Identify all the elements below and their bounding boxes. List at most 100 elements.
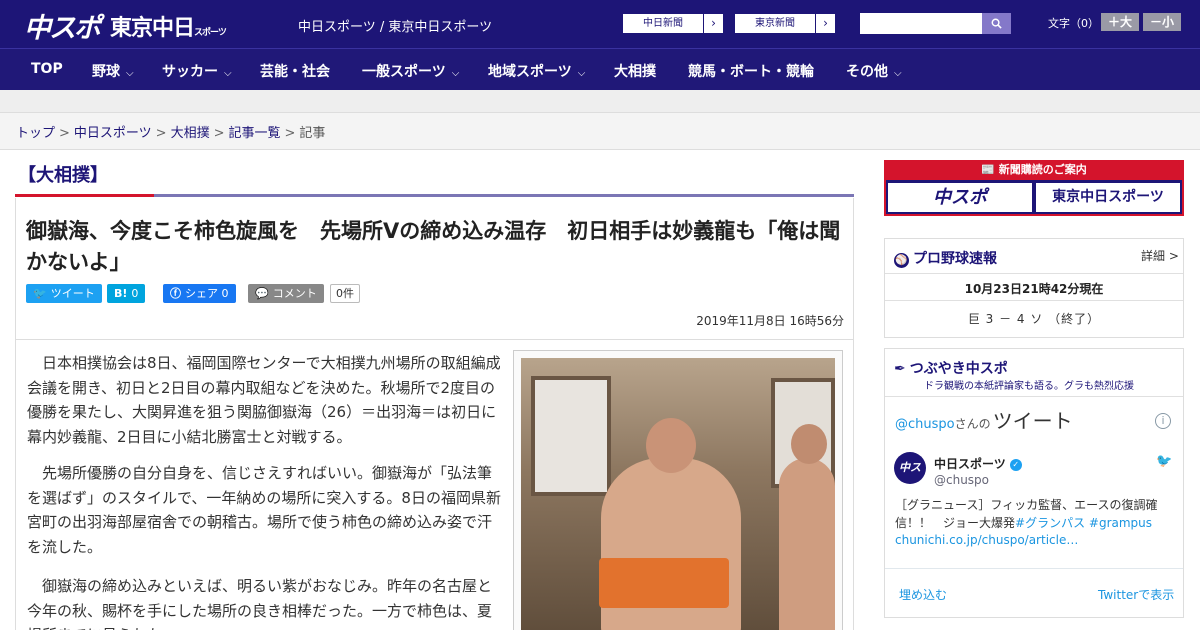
category-label: 【大相撲】	[18, 165, 108, 186]
chevron-down-icon: ⌵	[126, 68, 134, 79]
chevron-down-icon: ⌵	[577, 68, 586, 79]
hatena-count: 0	[131, 287, 139, 300]
subscribe-tokyo-chunichi-logo[interactable]: 東京中日スポーツ	[1036, 183, 1180, 212]
breadcrumb-link-chunichi-sports[interactable]: 中日スポーツ	[74, 126, 152, 141]
chevron-down-icon: ⌵	[451, 68, 460, 79]
embed-link[interactable]: 埋め込む	[899, 586, 947, 603]
breadcrumb-link-article-list[interactable]: 記事一覧	[229, 126, 281, 141]
breadcrumb-separator: >	[284, 126, 296, 141]
nav-item-label: その他	[846, 64, 888, 80]
facebook-share-button[interactable]: ⓕ シェア 0	[163, 284, 236, 303]
nav-item-local-sports[interactable]: 地域スポーツ ⌵	[488, 61, 585, 81]
photo-mawashi	[599, 558, 729, 608]
verified-badge-icon: ✓	[1009, 458, 1022, 471]
photo-window	[531, 376, 611, 496]
site-title-link[interactable]: 中日スポーツ / 東京中日スポーツ	[298, 16, 492, 35]
nav-item-general-sports[interactable]: 一般スポーツ ⌵	[362, 61, 459, 81]
subscription-header-label: 新聞購読のご案内	[998, 163, 1087, 176]
photo-wrestler-head	[646, 418, 696, 473]
baseball-as-of: 10月23日21時42分現在	[964, 282, 1104, 296]
tweet-hashtag[interactable]: #グランパス	[1015, 516, 1085, 530]
chunichi-shimbun-label: 中日新聞	[643, 18, 683, 29]
tokyo-chunichi-logo-small: スポーツ	[194, 28, 227, 38]
tweet-link[interactable]: chunichi.co.jp/chuspo/article…	[895, 533, 1078, 547]
tweet-text: ［グラニュース］フィッカ監督、エースの復調確信！！ ジョー大爆発#グランパス #…	[895, 496, 1175, 532]
nav-item-entertainment[interactable]: 芸能・社会	[260, 61, 330, 81]
breadcrumb-link-sumo[interactable]: 大相撲	[171, 126, 210, 141]
hatena-icon: B!	[114, 287, 128, 300]
twitter-bird-icon[interactable]: 🐦	[1156, 454, 1172, 469]
speech-bubble-icon: 💬	[255, 287, 269, 300]
font-size-label: 文字（0）	[1048, 17, 1099, 30]
font-bigger-button[interactable]: ＋大	[1101, 13, 1139, 31]
info-icon[interactable]: i	[1155, 413, 1171, 429]
twitter-handle-suffix: さんの	[954, 417, 991, 431]
article-headline: 御嶽海、今度こそ柿色旋風を 先場所Vの締め込み温存 初日相手は妙義龍も「俺は聞か…	[26, 219, 841, 274]
article-paragraph: 日本相撲協会は8日、福岡国際センターで大相撲九州場所の取組編成会議を開き、初日と…	[27, 354, 501, 446]
nav-item-label: 地域スポーツ	[488, 64, 572, 80]
nav-item-label: 競馬・ボート・競輪	[688, 64, 814, 80]
article-paragraph: 御嶽海の締め込みといえば、明るい紫がおなじみ。昨年の名古屋と今年の秋、賜杯を手に…	[27, 577, 493, 630]
tweets-title: ✒ つぶやき中スポ	[894, 358, 1008, 378]
nav-item-label: TOP	[31, 61, 63, 77]
article-photo[interactable]	[521, 358, 835, 630]
panel-divider	[885, 300, 1183, 301]
article-paragraph: 先場所優勝の自分自身を、信じさえすればいい。御嶽海が「弘法筆を選ばず」のスタイル…	[27, 464, 501, 556]
breadcrumb-separator: >	[155, 126, 167, 141]
tokyo-shimbun-label: 東京新聞	[755, 18, 795, 29]
subscription-header: 📰 新聞購読のご案内	[884, 160, 1184, 180]
breadcrumb: トップ > 中日スポーツ > 大相撲 > 記事一覧 > 記事	[16, 122, 325, 141]
article-date: 2019年11月8日 16時56分	[696, 314, 844, 328]
nav-item-racing[interactable]: 競馬・ボート・競輪	[688, 61, 814, 81]
font-smaller-button[interactable]: －小	[1143, 13, 1181, 31]
twitter-handle: @chuspo	[895, 417, 955, 432]
category-divider-accent	[15, 194, 154, 197]
twitter-timeline-header[interactable]: @chuspoさんの ツイート	[895, 405, 1073, 434]
baseball-title-label: プロ野球速報	[913, 251, 997, 267]
tweet-author-handle[interactable]: @chuspo	[934, 473, 989, 487]
chunichi-shimbun-link[interactable]: 中日新聞 ›	[622, 13, 724, 34]
twitter-bird-icon: 🐦	[33, 287, 47, 300]
tweet-label: ツイート	[50, 287, 95, 300]
search-button[interactable]	[982, 13, 1011, 34]
avatar[interactable]: 中ス	[894, 452, 926, 484]
tokyo-shimbun-link[interactable]: 東京新聞 ›	[734, 13, 836, 34]
comment-button[interactable]: 💬 コメント	[248, 284, 324, 303]
tokyo-chunichi-logo[interactable]: 東京中日スポーツ	[110, 10, 227, 42]
nav-item-baseball[interactable]: 野球 ⌵	[92, 61, 134, 81]
nav-item-label: 大相撲	[614, 64, 656, 80]
nav-item-other[interactable]: その他 ⌵	[846, 61, 902, 81]
tweets-subtitle: ドラ観戦の本紙評論家も語る。グラも熱烈応援	[924, 381, 1134, 392]
breadcrumb-separator: >	[213, 126, 225, 141]
baseball-score-row[interactable]: 巨 3 － 4 ソ （終了）	[884, 310, 1184, 327]
tweet-button[interactable]: 🐦 ツイート	[26, 284, 102, 303]
baseball-title: ⚾ プロ野球速報	[894, 248, 997, 268]
ad-band	[0, 90, 1200, 112]
nav-item-label: 一般スポーツ	[362, 64, 446, 80]
newspaper-icon: 📰	[981, 163, 999, 176]
nav-item-soccer[interactable]: サッカー ⌵	[162, 61, 232, 81]
comment-count[interactable]: 0件	[330, 284, 360, 303]
nav-item-top[interactable]: TOP	[31, 61, 63, 77]
breadcrumb-bar: トップ > 中日スポーツ > 大相撲 > 記事一覧 > 記事	[0, 112, 1200, 150]
nav-item-sumo[interactable]: 大相撲	[614, 61, 656, 81]
view-on-twitter-link[interactable]: Twitterで表示	[1098, 586, 1174, 603]
facebook-share-label: シェア 0	[185, 287, 229, 300]
photo-wrestler-background-head	[791, 424, 827, 464]
subscribe-chuspo-logo[interactable]: 中スポ	[888, 183, 1032, 212]
tweet-author-name[interactable]: 中日スポーツ ✓	[934, 455, 1022, 472]
facebook-icon: ⓕ	[170, 287, 181, 300]
comment-label: コメント	[272, 287, 317, 300]
panel-divider	[885, 396, 1183, 397]
nav-item-label: サッカー	[162, 64, 218, 80]
baseball-icon: ⚾	[894, 253, 909, 268]
baseball-detail-link[interactable]: 詳細 >	[1141, 247, 1179, 264]
breadcrumb-link-top[interactable]: トップ	[16, 126, 55, 141]
breadcrumb-current: 記事	[299, 126, 326, 141]
tweet-hashtag[interactable]: #grampus	[1089, 516, 1152, 530]
hatena-bookmark-button[interactable]: B! 0	[107, 284, 146, 303]
nav-item-label: 芸能・社会	[260, 64, 330, 80]
chuspo-logo[interactable]: 中スポ	[24, 6, 101, 45]
search-input[interactable]	[860, 13, 982, 34]
tokyo-chunichi-logo-text: 東京中日	[110, 16, 195, 41]
